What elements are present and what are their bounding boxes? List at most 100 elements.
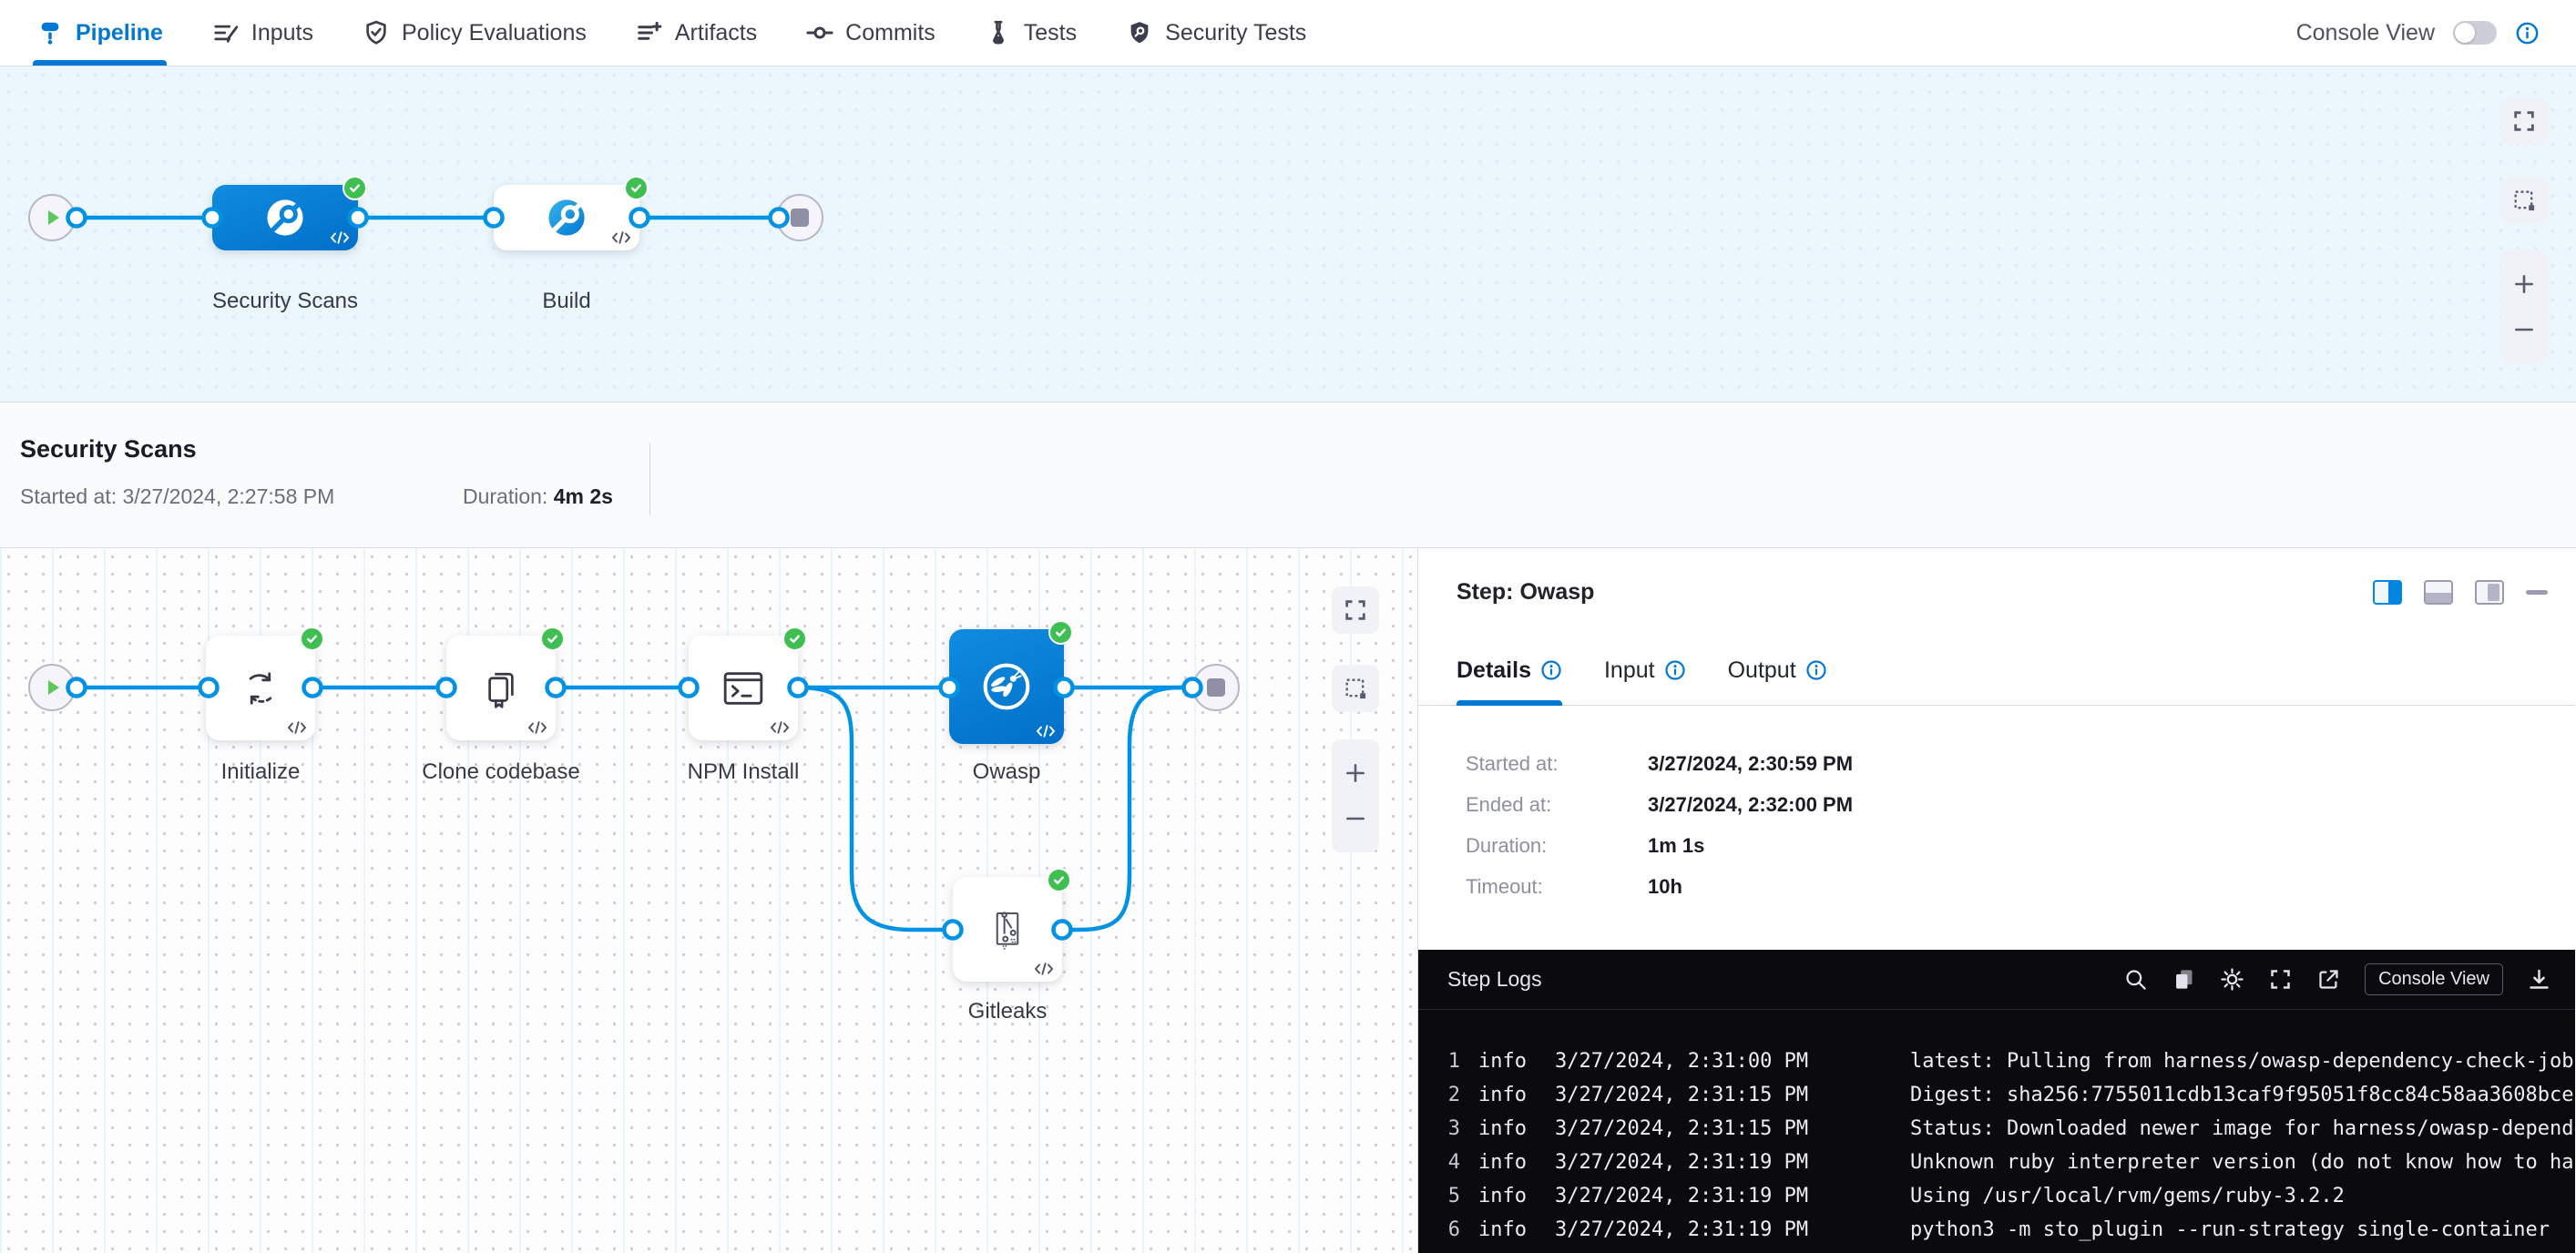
- code-icon: [770, 721, 790, 734]
- log-message: latest: Pulling from harness/owasp-depen…: [1910, 1050, 2575, 1073]
- log-line-number: 6: [1440, 1218, 1460, 1241]
- detail-row: Started at: 3/27/2024, 2:30:59 PM: [1466, 751, 2575, 776]
- tab-tests[interactable]: Tests: [985, 0, 1077, 66]
- step-card-owasp[interactable]: [949, 629, 1064, 744]
- log-timestamp: 3/27/2024, 2:31:15 PM: [1555, 1084, 1814, 1106]
- code-icon: [287, 721, 307, 734]
- stage-duration: Duration: 4m 2s: [463, 484, 613, 509]
- log-line-number: 5: [1440, 1185, 1460, 1207]
- execution-end-node[interactable]: [1192, 664, 1240, 711]
- stop-icon: [1207, 678, 1225, 697]
- stage-title: Security Scans: [20, 435, 197, 464]
- tab-security-tests[interactable]: Security Tests: [1126, 0, 1306, 66]
- step-card-npm-install[interactable]: [689, 636, 798, 740]
- started-value: 3/27/2024, 2:27:58 PM: [123, 484, 335, 508]
- owasp-icon: [977, 657, 1036, 716]
- success-badge: [624, 176, 649, 200]
- duration-label: Duration:: [463, 484, 547, 508]
- initialize-refresh-icon: [237, 665, 284, 712]
- detail-label: Ended at:: [1466, 792, 1648, 817]
- layout-floating-panel-icon[interactable]: [2475, 580, 2504, 605]
- selection-icon: [2511, 188, 2537, 213]
- minimize-panel-icon[interactable]: [2526, 590, 2548, 595]
- gitleaks-icon: [983, 905, 1032, 954]
- pipeline-start-node[interactable]: [28, 194, 76, 241]
- zoom-out-icon[interactable]: [2512, 318, 2536, 341]
- step-logs-panel: Step Logs Console View 1 info 3/27/2024,…: [1418, 950, 2575, 1253]
- stage-card-security-scans[interactable]: [212, 185, 358, 250]
- stage-started-at: Started at: 3/27/2024, 2:27:58 PM: [20, 484, 334, 509]
- nav-tabs: Pipeline Inputs Policy Evaluations Artif…: [36, 0, 1306, 66]
- tab-pipeline[interactable]: Pipeline: [36, 0, 163, 66]
- step-label: Clone codebase: [422, 759, 579, 785]
- fullscreen-icon[interactable]: [2268, 967, 2293, 992]
- tab-inputs[interactable]: Inputs: [212, 0, 313, 66]
- log-level: info: [1478, 1218, 1531, 1241]
- info-icon[interactable]: [1805, 659, 1827, 681]
- info-icon[interactable]: [1540, 659, 1562, 681]
- pipeline-canvas[interactable]: Security Scans Build: [0, 66, 2576, 402]
- console-view-toggle[interactable]: [2453, 21, 2497, 45]
- step-logs-body[interactable]: 1 info 3/27/2024, 2:31:00 PM latest: Pul…: [1418, 1010, 2575, 1253]
- canvas-fullscreen-button[interactable]: [1332, 586, 1379, 634]
- detail-row: Ended at: 3/27/2024, 2:32:00 PM: [1466, 792, 2575, 817]
- top-navigation: Pipeline Inputs Policy Evaluations Artif…: [0, 0, 2576, 66]
- download-icon[interactable]: [2527, 967, 2551, 992]
- canvas-fullscreen-button[interactable]: [2500, 97, 2548, 145]
- step-label: Initialize: [221, 759, 301, 785]
- artifacts-icon: [636, 19, 663, 46]
- step-logs-actions: Console View: [2123, 963, 2551, 995]
- flask-icon: [985, 19, 1012, 46]
- tab-output[interactable]: Output: [1728, 636, 1827, 705]
- tab-commits[interactable]: Commits: [806, 0, 935, 66]
- step-card-clone-codebase[interactable]: [446, 636, 556, 740]
- tab-artifacts[interactable]: Artifacts: [636, 0, 757, 66]
- step-card-initialize[interactable]: [206, 636, 315, 740]
- log-timestamp: 3/27/2024, 2:31:19 PM: [1555, 1151, 1814, 1174]
- step-card-gitleaks[interactable]: [953, 877, 1062, 982]
- tab-label: Commits: [845, 20, 935, 46]
- tab-label: Details: [1457, 657, 1531, 684]
- panel-layout-controls: [2373, 580, 2548, 605]
- pipeline-end-node[interactable]: [776, 194, 823, 241]
- tab-details[interactable]: Details: [1457, 636, 1562, 705]
- success-badge: [300, 626, 324, 651]
- layout-bottom-panel-icon[interactable]: [2424, 580, 2453, 605]
- toggle-knob: [2455, 23, 2475, 43]
- copy-icon[interactable]: [2172, 967, 2196, 992]
- execution-canvas[interactable]: Initialize Clone codebase NPM Install: [0, 548, 1418, 1253]
- step-label: NPM Install: [688, 759, 800, 785]
- log-line-number: 3: [1440, 1117, 1460, 1140]
- detail-label: Timeout:: [1466, 874, 1648, 899]
- zoom-in-icon[interactable]: [1344, 761, 1367, 785]
- log-level: info: [1478, 1185, 1531, 1207]
- tab-label: Artifacts: [675, 20, 757, 46]
- search-icon[interactable]: [2123, 967, 2148, 992]
- stage-card-build[interactable]: [494, 185, 639, 250]
- open-in-new-icon[interactable]: [2316, 967, 2341, 992]
- fill: [2488, 584, 2499, 601]
- zoom-in-icon[interactable]: [2512, 272, 2536, 296]
- shield-search-icon: [1126, 19, 1153, 46]
- execution-start-node[interactable]: [28, 664, 76, 711]
- info-icon[interactable]: [2515, 21, 2540, 46]
- commit-icon: [806, 19, 833, 46]
- log-line-number: 4: [1440, 1151, 1460, 1174]
- zoom-out-icon[interactable]: [1344, 807, 1367, 830]
- log-line-number: 1: [1440, 1050, 1460, 1073]
- tab-label: Policy Evaluations: [402, 20, 587, 46]
- duration-value: 4m 2s: [554, 484, 613, 508]
- log-line: 3 info 3/27/2024, 2:31:15 PM Status: Dow…: [1440, 1112, 2575, 1146]
- log-line: 6 info 3/27/2024, 2:31:19 PM python3 -m …: [1440, 1213, 2575, 1247]
- tab-policy-evaluations[interactable]: Policy Evaluations: [363, 0, 587, 66]
- info-icon[interactable]: [1664, 659, 1686, 681]
- success-badge: [782, 626, 807, 651]
- canvas-select-button[interactable]: [1332, 665, 1379, 712]
- detail-row: Timeout: 10h: [1466, 874, 2575, 899]
- layout-right-panel-icon[interactable]: [2373, 580, 2402, 605]
- canvas-select-button[interactable]: [2500, 177, 2548, 224]
- console-view-button[interactable]: Console View: [2365, 963, 2503, 995]
- tab-input[interactable]: Input: [1604, 636, 1686, 705]
- log-timestamp: 3/27/2024, 2:31:19 PM: [1555, 1185, 1814, 1207]
- settings-gear-icon[interactable]: [2220, 967, 2244, 992]
